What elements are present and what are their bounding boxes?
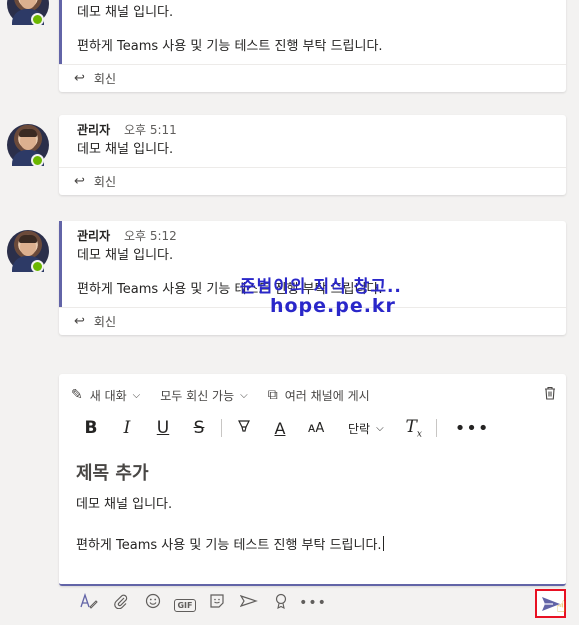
chevron-down-icon: ⌵ <box>240 389 248 401</box>
bold-button[interactable]: B <box>73 418 109 438</box>
sticker-icon <box>210 594 224 608</box>
text-caret <box>382 536 384 551</box>
reply-arrow-icon: ↩ <box>74 71 85 86</box>
compose-text-line[interactable]: 데모 채널 입니다. <box>76 493 172 512</box>
toolbar-separator <box>221 419 222 437</box>
message-card[interactable]: 데모 채널 입니다. 편하게 Teams 사용 및 기능 테스트 진행 부탁 드… <box>59 0 566 92</box>
reply-arrow-icon: ↩ <box>74 174 85 189</box>
strikethrough-button[interactable]: S <box>181 418 217 438</box>
emoji-icon <box>145 593 161 609</box>
reply-button[interactable]: ↩ 회신 <box>59 307 566 335</box>
trash-icon <box>545 386 555 400</box>
message-timestamp: 오후 5:11 <box>123 123 177 137</box>
compose-options-bar: ✎ 새 대화 ⌵ 모두 회신 가능 ⌵ ⧉ 여러 채널에 게시 <box>71 384 554 406</box>
reply-permission-label: 모두 회신 가능 <box>160 388 235 403</box>
reply-permission-dropdown[interactable]: 모두 회신 가능 ⌵ <box>160 387 247 404</box>
highlight-button[interactable] <box>226 418 262 439</box>
post-multiple-channels-label: 여러 채널에 게시 <box>284 388 370 403</box>
subject-input[interactable]: 제목 추가 <box>76 459 149 485</box>
font-color-button[interactable]: A <box>262 419 298 438</box>
paragraph-dropdown[interactable]: 단락 ⌵ <box>348 420 384 437</box>
message-card[interactable]: 관리자 오후 5:12 데모 채널 입니다. 편하게 Teams 사용 및 기능… <box>59 221 566 335</box>
paperclip-icon <box>114 594 128 610</box>
giphy-button[interactable]: GIF <box>169 594 201 612</box>
post-type-dropdown[interactable]: ✎ 새 대화 ⌵ <box>71 387 140 404</box>
delete-draft-button[interactable] <box>544 386 556 404</box>
presence-available-icon <box>31 260 44 273</box>
attach-button[interactable] <box>105 593 137 613</box>
compose-actions-bar: GIF ••• ☝ <box>59 588 566 618</box>
clear-formatting-button[interactable]: Tx <box>396 417 432 439</box>
pointer-cursor-icon: ☝ <box>556 597 566 616</box>
compose-text-area[interactable]: 편하게 Teams 사용 및 기능 테스트 진행 부탁 드립니다. <box>76 534 384 553</box>
message-text: 편하게 Teams 사용 및 기능 테스트 진행 부탁 드립니다. <box>77 282 383 297</box>
presence-available-icon <box>31 13 44 26</box>
highlighter-icon <box>238 419 250 432</box>
formatting-toolbar: B I U S A ᴀA 단락 ⌵ Tx ••• <box>73 416 552 440</box>
message-author[interactable]: 관리자 <box>77 229 110 243</box>
sticker-button[interactable] <box>201 593 233 613</box>
message-text: 데모 채널 입니다. <box>77 142 174 157</box>
message-text: 데모 채널 입니다. <box>77 248 174 263</box>
format-button[interactable] <box>73 592 105 613</box>
reply-arrow-icon: ↩ <box>74 314 85 329</box>
chevron-down-icon: ⌵ <box>376 422 384 434</box>
gif-icon: GIF <box>174 599 196 612</box>
meet-now-button[interactable] <box>233 593 265 613</box>
emoji-button[interactable] <box>137 593 169 613</box>
message-card[interactable]: 관리자 오후 5:11 데모 채널 입니다. ↩ 회신 <box>59 115 566 195</box>
message-author[interactable]: 관리자 <box>77 123 110 137</box>
reply-button[interactable]: ↩ 회신 <box>59 167 566 195</box>
praise-button[interactable] <box>265 593 297 613</box>
reply-label: 회신 <box>93 315 116 329</box>
compose-text-line: 편하게 Teams 사용 및 기능 테스트 진행 부탁 드립니다. <box>76 538 382 553</box>
schedule-meeting-icon <box>239 594 258 608</box>
underline-button[interactable]: U <box>145 418 181 438</box>
message-text: 데모 채널 입니다. <box>77 5 174 20</box>
copy-icon: ⧉ <box>267 387 278 403</box>
italic-button[interactable]: I <box>109 418 145 438</box>
paragraph-label: 단락 <box>348 421 371 436</box>
message-text: 편하게 Teams 사용 및 기능 테스트 진행 부탁 드립니다. <box>77 39 383 54</box>
message-timestamp: 오후 5:12 <box>123 229 177 243</box>
presence-available-icon <box>31 154 44 167</box>
compose-box[interactable]: ✎ 새 대화 ⌵ 모두 회신 가능 ⌵ ⧉ 여러 채널에 게시 B I U S … <box>59 374 566 586</box>
post-multiple-channels-button[interactable]: ⧉ 여러 채널에 게시 <box>268 387 370 404</box>
reply-label: 회신 <box>93 72 116 86</box>
medal-icon <box>275 593 287 610</box>
more-formatting-icon[interactable]: ••• <box>455 418 490 439</box>
reply-button[interactable]: ↩ 회신 <box>59 64 566 92</box>
font-size-button[interactable]: ᴀA <box>298 421 334 436</box>
post-type-label: 새 대화 <box>89 388 127 403</box>
pencil-icon: ✎ <box>71 387 83 403</box>
more-options-icon[interactable]: ••• <box>297 595 329 611</box>
reply-label: 회신 <box>93 175 116 189</box>
toolbar-separator <box>435 419 437 437</box>
chevron-down-icon: ⌵ <box>132 389 141 401</box>
format-icon <box>80 592 98 609</box>
